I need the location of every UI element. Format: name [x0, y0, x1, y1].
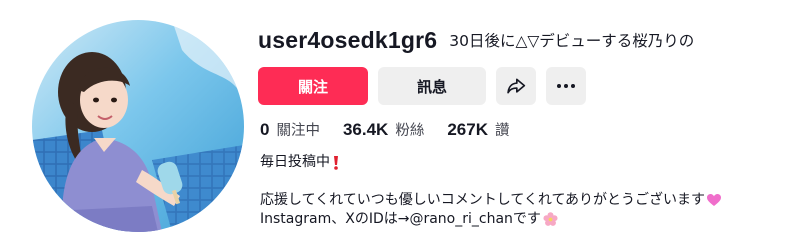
profile-info: user4osedk1gr6 30日後に△▽デビューする桜乃りの 關注 訊息 0…: [258, 24, 788, 227]
bio-text-2: 応援してくれていつも優しいコメントしてくれてありがとうございます: [260, 192, 706, 208]
message-button[interactable]: 訊息: [378, 67, 486, 105]
nickname: 30日後に△▽デビューする桜乃りの: [449, 32, 695, 50]
more-button[interactable]: [546, 67, 586, 105]
share-arrow-icon: [507, 78, 526, 94]
stat-following[interactable]: 0 關注中: [260, 119, 320, 140]
message-button-label: 訊息: [416, 77, 447, 96]
follow-button-label: 關注: [297, 77, 328, 96]
red-exclamation-icon: [334, 156, 338, 170]
stat-likes: 267K 讚: [447, 119, 509, 140]
avatar[interactable]: [32, 20, 244, 232]
stat-followers[interactable]: 36.4K 粉絲: [343, 119, 424, 140]
username: user4osedk1gr6: [258, 26, 438, 53]
bio-line-1: 毎日投稿中: [260, 153, 792, 172]
following-count: 0: [260, 120, 270, 139]
action-buttons: 關注 訊息: [258, 67, 586, 105]
bio-text-3: Instagram、XのIDは→@rano_ri_chanです: [260, 211, 541, 227]
likes-count: 267K: [447, 120, 488, 139]
followers-count: 36.4K: [342, 120, 389, 139]
avatar-image: [32, 20, 244, 232]
profile-header: user4osedk1gr6 30日後に△▽デビューする桜乃りの 關注 訊息 0…: [0, 0, 800, 251]
share-button[interactable]: [496, 67, 536, 105]
bio-spacer: [260, 172, 792, 191]
followers-label: 粉絲: [395, 123, 425, 139]
profile-stats: 0 關注中 36.4K 粉絲 267K 讚: [260, 119, 532, 140]
pink-heart-icon: [707, 194, 722, 206]
bio-line-2: 応援してくれていつも優しいコメントしてくれてありがとうございます: [260, 191, 792, 210]
following-label: 關注中: [276, 123, 320, 139]
likes-label: 讚: [494, 123, 510, 139]
cherry-blossom-icon: [543, 212, 558, 226]
bio-text-1: 毎日投稿中: [260, 154, 330, 170]
more-dots-icon: [557, 84, 575, 88]
name-row: user4osedk1gr6 30日後に△▽デビューする桜乃りの: [258, 24, 788, 56]
bio: 毎日投稿中 応援してくれていつも優しいコメントしてくれてありがとうございます I…: [260, 153, 792, 229]
follow-button[interactable]: 關注: [258, 67, 368, 105]
bio-line-3: Instagram、XのIDは→@rano_ri_chanです: [260, 210, 792, 229]
